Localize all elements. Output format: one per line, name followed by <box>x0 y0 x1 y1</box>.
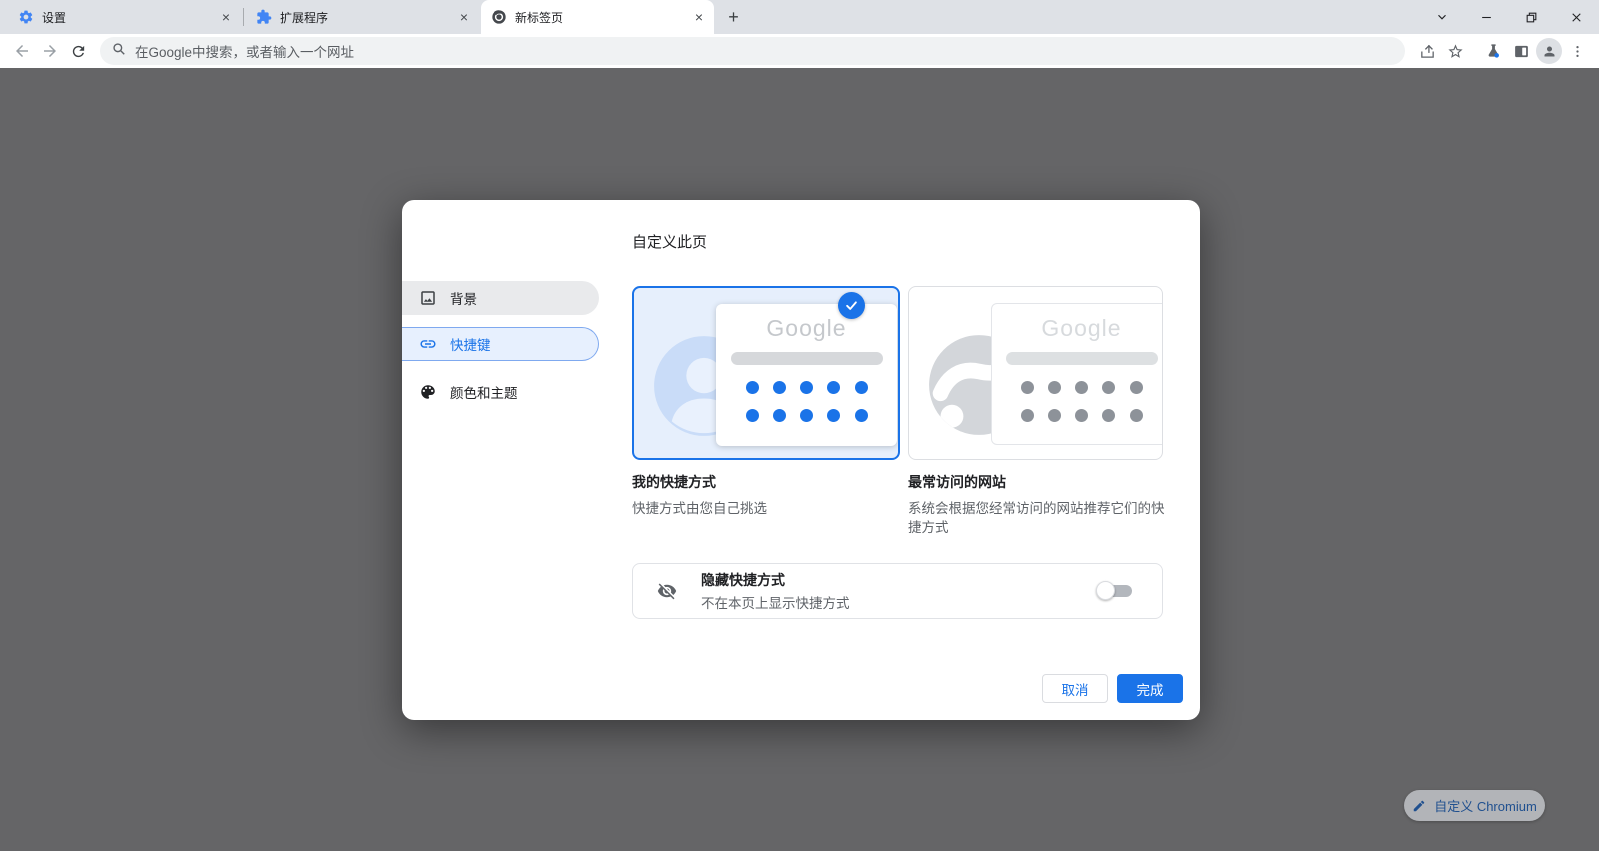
search-icon <box>112 42 126 61</box>
shortcut-dots-row <box>746 409 868 422</box>
sidebar-item-label: 快捷键 <box>450 334 491 354</box>
option-title: 最常访问的网站 <box>908 472 1168 492</box>
customize-chromium-button[interactable]: 自定义 Chromium <box>1404 790 1545 821</box>
browser-toolbar: 在Google中搜索，或者输入一个网址 <box>0 34 1599 68</box>
tab-settings[interactable]: 设置 × <box>8 0 241 34</box>
done-button[interactable]: 完成 <box>1117 674 1183 703</box>
dialog-title: 自定义此页 <box>632 231 707 252</box>
forward-button[interactable] <box>36 37 64 65</box>
searchbox-illustration <box>1006 352 1158 365</box>
shortcut-dots-row <box>1021 381 1143 394</box>
eye-off-icon <box>657 581 677 601</box>
sidebar-item-background[interactable]: 背景 <box>402 281 599 315</box>
tab-title: 扩展程序 <box>280 9 455 26</box>
option-card-most-visited[interactable]: Google <box>908 286 1163 460</box>
close-tab-icon[interactable]: × <box>455 8 473 26</box>
puzzle-icon <box>256 9 272 25</box>
sidebar-item-colors-theme[interactable]: 颜色和主题 <box>402 375 599 409</box>
google-wordmark: Google <box>716 315 897 342</box>
address-bar-placeholder: 在Google中搜索，或者输入一个网址 <box>135 41 354 61</box>
tab-separator <box>243 8 244 26</box>
tab-extensions[interactable]: 扩展程序 × <box>246 0 479 34</box>
selected-check-icon <box>838 292 865 319</box>
experiments-flask-icon[interactable] <box>1479 37 1507 65</box>
window-controls <box>1419 0 1599 34</box>
option-title: 我的快捷方式 <box>632 472 894 492</box>
shortcuts-preview-card: Google <box>716 304 897 446</box>
gear-icon <box>18 9 34 25</box>
google-wordmark: Google <box>992 315 1163 342</box>
page-scrim: 自定义此页 背景 快捷键 颜色和主题 <box>0 68 1599 851</box>
profile-avatar[interactable] <box>1535 37 1563 65</box>
sidebar-item-label: 背景 <box>450 288 477 308</box>
pencil-icon <box>1412 799 1426 813</box>
hide-shortcuts-toggle[interactable] <box>1098 584 1132 598</box>
toggle-title: 隐藏快捷方式 <box>701 570 1098 590</box>
option-card-my-shortcuts[interactable]: Google <box>632 286 900 460</box>
customize-page-dialog: 自定义此页 背景 快捷键 颜色和主题 <box>402 200 1200 720</box>
restore-button[interactable] <box>1509 0 1554 34</box>
share-icon[interactable] <box>1413 37 1441 65</box>
cancel-button[interactable]: 取消 <box>1042 674 1108 703</box>
back-button[interactable] <box>8 37 36 65</box>
side-panel-icon[interactable] <box>1507 37 1535 65</box>
palette-icon <box>419 383 437 401</box>
chromium-icon <box>491 9 507 25</box>
shortcut-dots-row <box>746 381 868 394</box>
tab-new-tab[interactable]: 新标签页 × <box>481 0 714 34</box>
option-description: 系统会根据您经常访问的网站推荐它们的快捷方式 <box>908 499 1168 537</box>
menu-kebab-icon[interactable] <box>1563 37 1591 65</box>
close-window-button[interactable] <box>1554 0 1599 34</box>
new-tab-button[interactable]: + <box>722 6 745 29</box>
close-tab-icon[interactable]: × <box>217 8 235 26</box>
tab-search-button[interactable] <box>1419 0 1464 34</box>
shortcut-dots-row <box>1021 409 1143 422</box>
address-bar[interactable]: 在Google中搜索，或者输入一个网址 <box>100 37 1405 65</box>
browser-window: 设置 × 扩展程序 × 新标签页 × + <box>0 0 1599 851</box>
sidebar-item-shortcuts[interactable]: 快捷键 <box>402 327 599 361</box>
hide-shortcuts-row: 隐藏快捷方式 不在本页上显示快捷方式 <box>632 563 1163 619</box>
option-description: 快捷方式由您自己挑选 <box>632 499 894 518</box>
fab-label: 自定义 Chromium <box>1434 796 1537 815</box>
bookmark-star-icon[interactable] <box>1441 37 1469 65</box>
link-icon <box>419 335 437 353</box>
reload-button[interactable] <box>64 37 92 65</box>
toggle-description: 不在本页上显示快捷方式 <box>701 592 1098 612</box>
minimize-button[interactable] <box>1464 0 1509 34</box>
searchbox-illustration <box>731 352 883 365</box>
sidebar-item-label: 颜色和主题 <box>450 382 518 402</box>
shortcuts-preview-card: Google <box>991 303 1163 445</box>
tab-title: 新标签页 <box>515 9 690 26</box>
close-tab-icon[interactable]: × <box>690 8 708 26</box>
tab-strip: 设置 × 扩展程序 × 新标签页 × + <box>0 0 1599 34</box>
tab-title: 设置 <box>42 9 217 26</box>
image-icon <box>419 289 437 307</box>
